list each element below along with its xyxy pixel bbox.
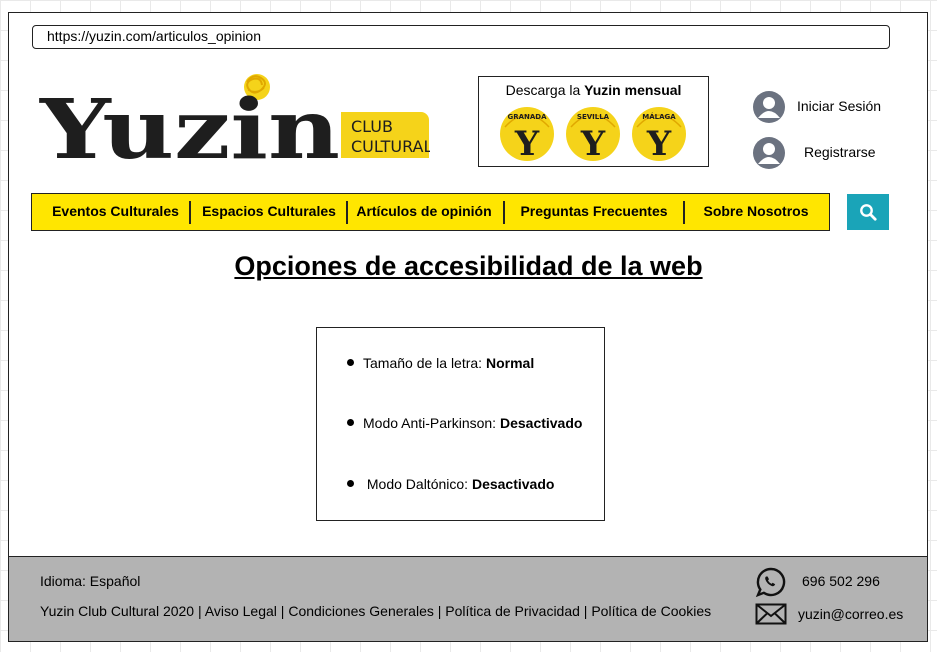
- search-button[interactable]: [847, 194, 889, 230]
- option-daltonic[interactable]: Modo Daltónico: Desactivado: [347, 476, 554, 492]
- badge-granada[interactable]: GRANADA Y: [497, 105, 557, 163]
- nav-divider: [503, 201, 505, 224]
- footer: Idioma: Español Yuzin Club Cultural 2020…: [8, 556, 928, 642]
- nav-item-preguntas-frecuentes[interactable]: Preguntas Frecuentes: [506, 194, 682, 229]
- svg-text:Y: Y: [646, 124, 672, 163]
- bullet: [347, 359, 354, 366]
- footer-links: Yuzin Club Cultural 2020 | Aviso Legal |…: [40, 603, 712, 619]
- bullet: [347, 419, 354, 426]
- link-condiciones-generales[interactable]: Condiciones Generales: [288, 603, 434, 619]
- logo-wordmark: Yuzin: [39, 82, 340, 170]
- register-link[interactable]: Registrarse: [752, 136, 902, 170]
- nav-divider: [683, 201, 685, 224]
- download-title: Descarga la Yuzin mensual: [505, 82, 682, 98]
- logo-tag-line1: CLUB: [351, 117, 393, 136]
- badge-malaga[interactable]: MÁLAGA Y: [629, 105, 689, 163]
- register-label: Registrarse: [804, 144, 876, 160]
- option-value: Desactivado: [471, 476, 555, 492]
- nav-item-espacios-culturales[interactable]: Espacios Culturales: [192, 194, 346, 229]
- login-label: Iniciar Sesión: [797, 98, 882, 114]
- svg-text:SEVILLA: SEVILLA: [577, 113, 610, 121]
- nav-item-eventos-culturales[interactable]: Eventos Culturales: [42, 194, 189, 229]
- link-politica-privacidad[interactable]: Política de Privacidad: [445, 603, 580, 619]
- accessibility-options-panel: Tamaño de la letra: Normal Modo Anti-Par…: [316, 327, 605, 521]
- option-value: Normal: [485, 355, 535, 371]
- email-address[interactable]: yuzin@correo.es: [798, 606, 903, 622]
- main-nav: Eventos Culturales Espacios Culturales A…: [31, 193, 830, 231]
- language-selector[interactable]: Idioma: Español: [40, 573, 140, 589]
- link-politica-cookies[interactable]: Política de Cookies: [591, 603, 711, 619]
- bullet: [347, 480, 354, 487]
- phone-number[interactable]: 696 502 296: [802, 573, 880, 589]
- address-bar[interactable]: https://yuzin.com/articulos_opinion: [32, 25, 890, 49]
- svg-text:GRANADA: GRANADA: [507, 113, 547, 121]
- mail-icon: [755, 603, 787, 625]
- badge-sevilla[interactable]: SEVILLA Y: [563, 105, 623, 163]
- nav-item-articulos-opinion[interactable]: Artículos de opinión: [349, 194, 499, 229]
- nav-divider: [189, 201, 191, 224]
- option-font-size[interactable]: Tamaño de la letra: Normal: [347, 355, 534, 371]
- download-monthly-box: Descarga la Yuzin mensual GRANADA Y SEVI…: [478, 76, 709, 167]
- nav-item-sobre-nosotros[interactable]: Sobre Nosotros: [686, 194, 826, 229]
- option-anti-parkinson[interactable]: Modo Anti-Parkinson: Desactivado: [347, 415, 582, 431]
- svg-text:MÁLAGA: MÁLAGA: [642, 112, 676, 121]
- svg-text:Y: Y: [514, 124, 540, 163]
- copyright-text: Yuzin Club Cultural 2020: [40, 603, 195, 619]
- link-aviso-legal[interactable]: Aviso Legal: [205, 603, 277, 619]
- url-text: https://yuzin.com/articulos_opinion: [47, 28, 261, 44]
- option-value: Desactivado: [499, 415, 583, 431]
- login-link[interactable]: Iniciar Sesión: [752, 90, 902, 124]
- user-icon: [753, 91, 785, 123]
- svg-text:Y: Y: [580, 124, 606, 163]
- search-icon: [860, 204, 877, 221]
- whatsapp-icon: [755, 567, 786, 598]
- yuzin-logo[interactable]: Yuzin CLUB CULTURAL: [38, 70, 430, 170]
- nav-divider: [346, 201, 348, 224]
- user-icon: [753, 137, 785, 169]
- page-title: Opciones de accesibilidad de la web: [234, 251, 703, 281]
- logo-tag-line2: CULTURAL: [351, 137, 430, 156]
